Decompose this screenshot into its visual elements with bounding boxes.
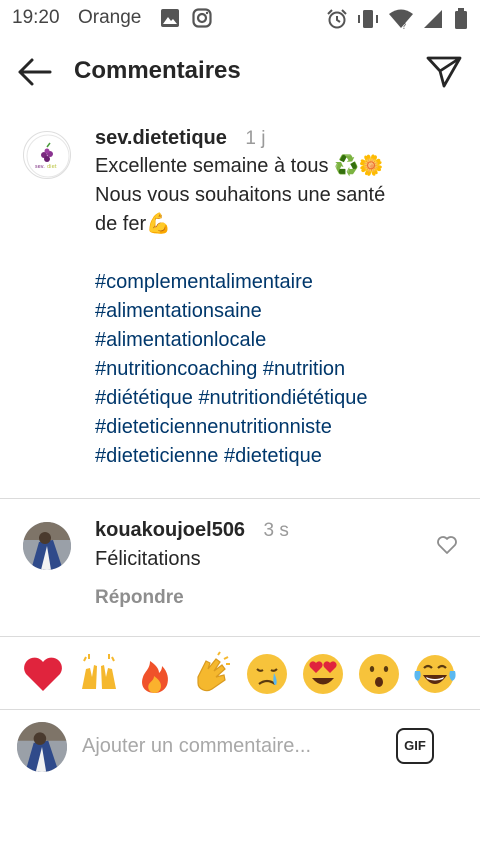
hashtag-link[interactable]: #nutritioncoaching [95,358,257,380]
signal-icon [422,8,444,35]
back-button[interactable] [16,54,56,94]
battery-icon [454,8,468,35]
comment-item: kouakoujoel506 3 s Félicitations Répondr… [0,499,480,636]
alarm-icon [326,8,348,35]
gif-button[interactable]: GIF [396,728,434,764]
red-heart-icon [24,657,62,691]
tears-of-joy-icon [414,655,456,693]
reply-button[interactable]: Répondre [95,587,184,609]
hashtag-link[interactable]: #diététique [95,387,193,409]
hashtag-link[interactable]: #complementalimentaire [95,271,313,293]
profile-photo [23,522,71,570]
status-bar: 19:20 Orange ? [0,0,480,36]
raising-hands-icon [82,654,116,689]
gallery-icon [160,8,180,33]
fire-emoji-button[interactable] [132,651,178,697]
paper-plane-icon [426,56,462,88]
crying-face-emoji-button[interactable] [244,651,290,697]
tears-of-joy-emoji-button[interactable] [412,651,458,697]
arrow-left-icon [18,58,52,86]
caption-line: Excellente semaine à tous ♻️🌼 [95,155,384,177]
hashtag-link[interactable]: #nutritiondiététique [198,387,367,409]
svg-text:sev.: sev. [35,164,45,170]
post-time: 1 j [245,128,266,149]
status-time: 19:20 [12,7,60,28]
wifi-icon: ? [388,8,414,35]
header: Commentaires [0,36,480,108]
like-button[interactable] [436,535,458,555]
surprised-face-icon [359,654,399,694]
heart-outline-icon [437,536,457,554]
raising-hands-emoji-button[interactable] [76,651,122,697]
fire-icon [142,661,168,693]
hashtag-link[interactable]: #alimentationlocale [95,329,266,351]
comment-text: Félicitations [95,548,201,570]
comment-input[interactable] [82,732,382,760]
commenter-avatar[interactable] [23,522,71,570]
hashtag-link[interactable]: #dieteticiennenutritionniste [95,416,332,438]
caption-line: Nous vous souhaitons une santé [95,184,386,206]
post-username[interactable]: sev.dietetique [95,127,227,149]
comment-username[interactable]: kouakoujoel506 [95,519,245,541]
svg-text:diet: diet [47,164,57,170]
comment-time: 3 s [263,520,289,541]
send-button[interactable] [424,52,464,92]
surprised-face-emoji-button[interactable] [356,651,402,697]
emoji-quick-bar [0,637,480,709]
hashtag-link[interactable]: #dietetique [224,445,322,467]
status-carrier: Orange [78,7,142,28]
hashtag-link[interactable]: #alimentationsaine [95,300,262,322]
post-caption: sev. diet sev.dietetique 1 j Excellente … [0,108,480,498]
heart-eyes-emoji-button[interactable] [300,651,346,697]
vibrate-icon [357,8,379,35]
clapping-hands-icon [197,651,230,692]
comment-composer: GIF [0,710,480,782]
instagram-icon [192,8,212,33]
hashtag-link[interactable]: #dieteticienne [95,445,218,467]
hashtag-link[interactable]: #nutrition [263,358,345,380]
heart-emoji-button[interactable] [20,651,66,697]
clapping-hands-emoji-button[interactable] [188,651,234,697]
caption-line: de fer💪 [95,213,172,235]
svg-text:?: ? [402,22,406,30]
heart-eyes-icon [303,654,343,694]
brand-logo: sev. diet [26,134,70,178]
post-avatar[interactable]: sev. diet [23,131,71,179]
crying-face-icon [247,654,287,694]
profile-photo [17,722,67,772]
own-avatar[interactable] [17,722,67,772]
page-title: Commentaires [74,57,241,84]
